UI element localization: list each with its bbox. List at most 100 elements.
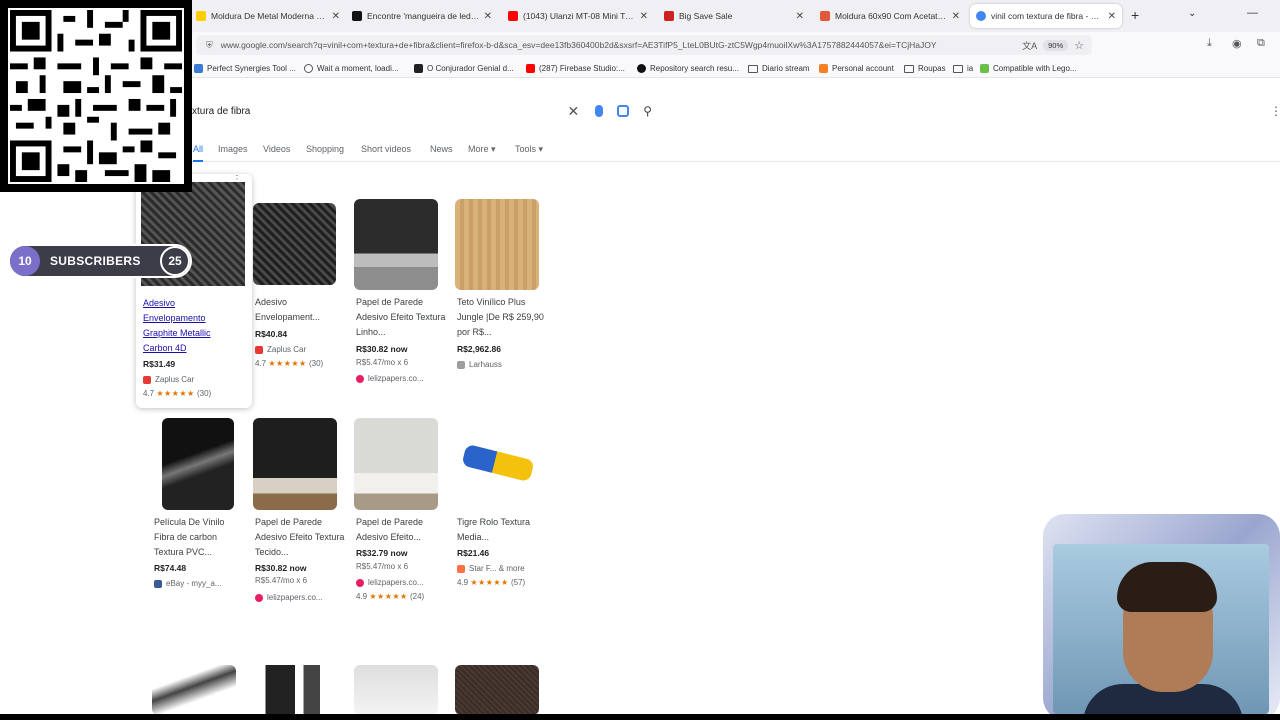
product-price: R$2,962.86 [457,344,501,354]
bookmark-star-icon[interactable]: ☆ [1074,39,1084,52]
bookmark-folder[interactable]: ia [953,62,973,75]
product-title[interactable]: Adesivo Envelopamento Graphite Metallic … [143,296,235,356]
bookmark-folder[interactable]: Diario stream [748,62,810,75]
product-image[interactable] [253,418,337,510]
product-store[interactable]: Larhauss [457,360,502,369]
product-title[interactable]: Papel de Parede Adesivo Efeito Textura T… [255,515,347,560]
github-icon [637,64,646,73]
browser-tab-6-active[interactable]: vinil com textura de fibra - Goo ✕ [970,4,1122,28]
browser-tab-3[interactable]: (1043) Ulanzi MT-08 Mini Tripé ✕ [502,4,654,28]
search-icon[interactable]: ⚲ [643,104,652,118]
review-count: (24) [409,592,425,601]
translate-icon[interactable]: 文A [1022,39,1037,52]
product-image[interactable] [455,418,539,510]
close-icon[interactable]: ✕ [332,11,340,22]
product-store[interactable]: Star F... & more [457,564,525,573]
chevron-down-icon[interactable]: ⌄ [1188,8,1196,19]
tab-short-videos[interactable]: Short videos [361,144,411,154]
caret-down-icon: ▾ [491,144,496,154]
installment: R$5.47/mo x 6 [255,576,308,585]
apps-grid-icon[interactable]: ⋮ [1270,104,1280,118]
product-store[interactable]: lelizpapers.co... [255,593,323,602]
product-image[interactable] [354,199,438,290]
product-card[interactable]: Papel de Parede Adesivo Efeito Textura L… [354,199,450,389]
product-card[interactable]: Adesivo Envelopament... R$40.84 Zaplus C… [253,199,349,379]
price-value: R$30.82 [356,344,389,354]
product-image[interactable] [455,665,539,715]
product-card[interactable]: Tigre Rolo Textura Media... R$21.46 Star… [455,418,551,598]
account-icon[interactable]: ◉ [1232,37,1242,50]
tab-tools[interactable]: Tools ▾ [515,144,543,155]
product-image[interactable] [253,203,336,285]
bookmark-item[interactable]: Perfect Synergies Tool ... [194,62,296,75]
product-title[interactable]: Papel de Parede Adesivo Efeito... [356,515,448,545]
product-title[interactable]: Adesivo Envelopament... [255,295,347,325]
tab-news[interactable]: News [430,144,453,154]
product-store[interactable]: eBay - myy_a... [154,579,222,588]
person-hair [1117,562,1217,612]
youtube-icon [526,64,535,73]
product-title[interactable]: Película De Vinilo Fibra de carbon Textu… [154,515,246,560]
tab-more[interactable]: More ▾ [468,144,496,155]
close-icon[interactable]: ✕ [952,11,960,22]
close-icon[interactable]: ✕ [484,11,492,22]
tab-all[interactable]: All [193,144,204,162]
product-card[interactable]: Papel de Parede Adesivo Efeito Textura T… [253,418,349,608]
tab-label: Big Save Sale [679,11,733,21]
bookmark-item[interactable]: Repository search resu... [637,62,739,75]
product-image[interactable] [253,665,337,715]
product-card[interactable]: ⋮ Adesivo Envelopamento Graphite Metalli… [136,174,252,408]
search-box[interactable]: xtura de fibra ✕ ⚲ [140,95,664,127]
product-card[interactable]: Teto Vinílico Plus Jungle |De R$ 259,90 … [455,199,551,379]
bookmark-item[interactable]: O Conjurador Genial d... [414,62,514,75]
caret-down-icon: ▾ [538,144,544,154]
clear-icon[interactable]: ✕ [567,103,579,120]
price-value: R$32.79 [356,548,389,558]
search-query[interactable]: xtura de fibra [192,106,567,117]
tab-label: (1043) Ulanzi MT-08 Mini Tripé [523,11,636,21]
product-image[interactable] [162,418,234,510]
minimize-icon[interactable]: — [1247,7,1258,19]
bookmark-label: Roupas [918,64,946,73]
browser-tab-5[interactable]: Moldura 60x90 Com Acetato A ✕ [814,4,966,28]
close-icon[interactable]: ✕ [796,11,804,22]
product-store[interactable]: lelizpapers.co... [356,578,424,587]
tab-videos[interactable]: Videos [263,144,290,154]
browser-tab-1[interactable]: Moldura De Metal Moderna Par ✕ [190,4,346,28]
tab-tools-label: Tools [515,144,537,154]
product-image[interactable] [455,199,539,290]
bookmark-item[interactable]: Wait a moment, loadi... [304,62,399,75]
tab-images[interactable]: Images [218,144,248,154]
product-title[interactable]: Tigre Rolo Textura Media... [457,515,549,545]
bookmark-item[interactable]: Compatible with Lego... [980,62,1077,75]
download-icon[interactable]: ⤓ [1207,37,1212,50]
bookmark-folder[interactable]: Roupas [904,62,946,75]
product-store[interactable]: Zaplus Car [143,375,194,384]
product-title[interactable]: Papel de Parede Adesivo Efeito Textura L… [356,295,448,340]
url-text: www.google.com/search?q=vinil+com+textur… [220,40,937,50]
product-store[interactable]: lelizpapers.co... [356,374,424,383]
zoom-level[interactable]: 90% [1043,39,1069,51]
bookmark-item[interactable]: (287) Firebase Studio:... [526,62,625,75]
product-image[interactable] [152,665,236,715]
microphone-icon[interactable] [595,105,604,117]
browser-tab-2[interactable]: Encontre 'mangueira de led' no ✕ [346,4,498,28]
tab-shopping[interactable]: Shopping [306,144,344,154]
product-rating: 4.7 ★★★★★ (30) [143,389,211,398]
product-image[interactable] [354,665,438,715]
bookmark-item[interactable]: Personal account [819,62,894,75]
new-tab-button[interactable]: + [1131,7,1139,23]
url-bar[interactable]: ⛨ www.google.com/search?q=vinil+com+text… [196,35,1092,55]
browser-tab-4[interactable]: Big Save Sale ✕ [658,4,810,28]
close-icon[interactable]: ✕ [1108,11,1116,22]
close-icon[interactable]: ✕ [640,11,648,22]
lens-icon[interactable] [617,105,630,117]
store-name: Zaplus Car [155,375,195,384]
product-store[interactable]: Zaplus Car [255,345,306,354]
extensions-icon[interactable]: ⧉ [1257,37,1265,50]
product-card[interactable]: Película De Vinilo Fibra de carbon Textu… [152,418,248,598]
screen-bottom-bar [0,714,1280,720]
product-title[interactable]: Teto Vinílico Plus Jungle |De R$ 259,90 … [457,295,549,340]
product-card[interactable]: ⋮ Papel de Parede Adesivo Efeito... R$32… [354,418,450,608]
product-image[interactable] [354,418,438,510]
